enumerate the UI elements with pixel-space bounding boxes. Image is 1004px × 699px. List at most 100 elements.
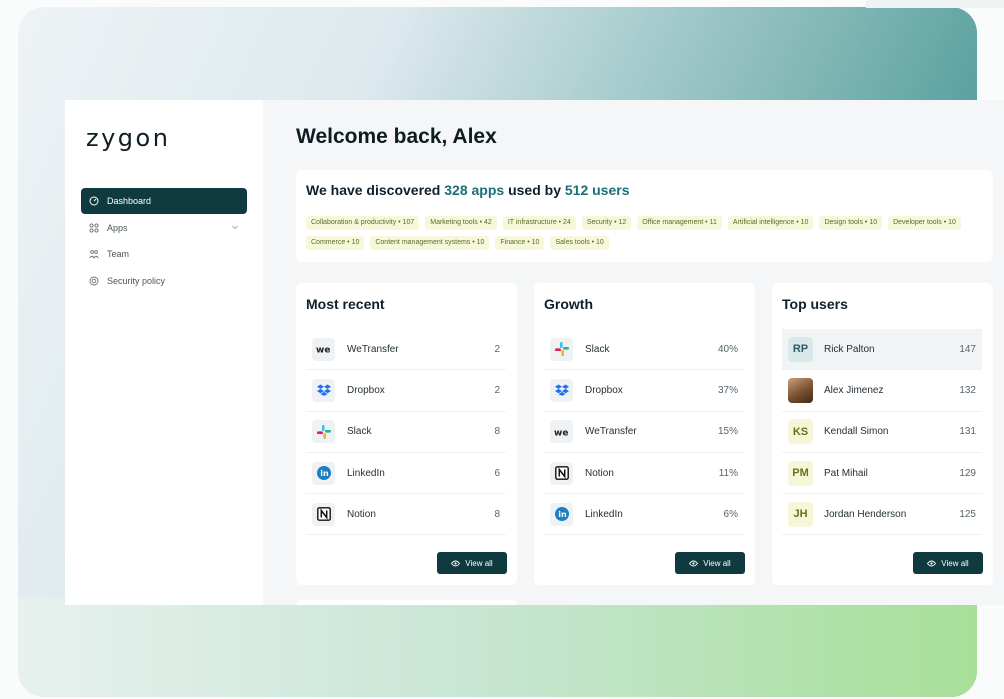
eye-icon <box>451 560 461 566</box>
svg-text:in: in <box>558 511 567 520</box>
top-strip <box>866 0 1004 8</box>
sidebar-item-security-policy[interactable]: Security policy <box>81 268 247 294</box>
sidebar-item-apps[interactable]: Apps <box>81 215 247 241</box>
list-item[interactable]: JH Jordan Henderson 125 <box>782 494 982 536</box>
app-name: LinkedIn <box>585 508 623 520</box>
user-name: Alex Jimenez <box>824 384 884 396</box>
category-tag[interactable]: Sales tools • 10 <box>550 236 609 250</box>
view-all-label: View all <box>703 558 731 568</box>
discovery-panel: We have discovered 328 apps used by 512 … <box>296 170 993 262</box>
apps-count[interactable]: 328 apps <box>444 182 504 198</box>
sidebar-item-team[interactable]: Team <box>81 241 247 267</box>
list-item[interactable]: Slack 8 <box>306 412 506 453</box>
category-tag[interactable]: Marketing tools • 42 <box>425 216 497 230</box>
category-tag[interactable]: Commerce • 10 <box>306 236 365 250</box>
category-tag[interactable]: IT infrastructure • 24 <box>502 216 576 230</box>
growth-value: 40% <box>717 343 738 355</box>
notion-icon <box>312 502 335 526</box>
logo: zygon <box>86 124 171 152</box>
sidebar-item-dashboard[interactable]: Dashboard <box>81 188 247 214</box>
avatar: RP <box>788 336 813 362</box>
wetransfer-icon: we <box>312 337 335 361</box>
list-item[interactable]: Alex Jimenez 132 <box>782 370 982 412</box>
growth-value: 11% <box>718 467 738 479</box>
list-item[interactable]: KS Kendall Simon 131 <box>782 412 982 453</box>
list-item[interactable]: in LinkedIn 6% <box>544 494 744 536</box>
app-name: Notion <box>585 467 614 479</box>
category-tag[interactable]: Content management systems • 10 <box>370 236 490 250</box>
user-count: 125 <box>959 508 976 520</box>
card-title: Most recent <box>306 296 385 312</box>
dropbox-icon <box>312 378 335 402</box>
sidebar-item-label: Apps <box>107 222 128 233</box>
view-all-label: View all <box>941 558 969 568</box>
sidebar: zygon Dashboard Apps Team Security polic… <box>65 100 263 605</box>
slack-icon <box>312 420 335 444</box>
chevron-down-icon[interactable] <box>231 223 239 231</box>
app-list: Slack 40% Dropbox 37% we WeTransfer 15% … <box>544 329 744 536</box>
app-name: LinkedIn <box>347 467 385 479</box>
dropbox-icon <box>550 378 573 402</box>
card-title: Growth <box>544 296 593 312</box>
category-tag[interactable]: Developer tools • 10 <box>888 216 961 230</box>
sidebar-item-label: Team <box>107 249 130 259</box>
avatar: KS <box>788 419 813 445</box>
view-all-label: View all <box>465 558 493 568</box>
user-count: 129 <box>959 467 976 479</box>
list-item[interactable]: RP Rick Palton 147 <box>782 329 982 371</box>
list-item[interactable]: Dropbox 2 <box>306 370 506 412</box>
app-list: we WeTransfer 2 Dropbox 2 Slack 8 in Lin… <box>306 329 506 536</box>
list-item[interactable]: Dropbox 37% <box>544 370 744 412</box>
list-item[interactable]: in LinkedIn 6 <box>306 453 506 495</box>
dashboard-icon <box>89 196 99 206</box>
list-item[interactable]: Slack 40% <box>544 329 744 371</box>
users-count[interactable]: 512 users <box>565 182 630 198</box>
list-item[interactable]: we WeTransfer 2 <box>306 329 506 371</box>
category-tag[interactable]: Design tools • 10 <box>819 216 883 230</box>
app-window: zygon Dashboard Apps Team Security polic… <box>65 100 1004 605</box>
view-all-button[interactable]: View all <box>437 552 507 574</box>
app-count: 8 <box>494 426 500 438</box>
list-item[interactable]: we WeTransfer 15% <box>544 412 744 453</box>
app-name: WeTransfer <box>347 343 399 355</box>
wetransfer-icon: we <box>550 420 573 444</box>
growth-card: Growth Slack 40% Dropbox 37% we WeTransf… <box>534 283 755 585</box>
eye-icon <box>927 560 937 566</box>
category-tag[interactable]: Artificial intelligence • 10 <box>727 216 814 230</box>
team-icon <box>89 249 99 259</box>
growth-value: 6% <box>723 508 738 520</box>
discovery-prefix: We have discovered <box>306 182 445 198</box>
view-all-button[interactable]: View all <box>675 552 745 574</box>
avatar: JH <box>788 501 813 527</box>
discovery-middle: used by <box>504 182 565 198</box>
linkedin-icon: in <box>312 461 335 485</box>
app-count: 2 <box>494 343 500 355</box>
app-name: Slack <box>585 343 610 355</box>
view-all-button[interactable]: View all <box>913 552 983 574</box>
user-count: 132 <box>959 384 976 396</box>
list-item[interactable]: Notion 8 <box>306 494 506 536</box>
linkedin-icon: in <box>550 502 573 526</box>
category-tag[interactable]: Finance • 10 <box>495 236 545 250</box>
next-card-peek <box>296 600 517 605</box>
security-icon <box>89 276 99 286</box>
notion-icon <box>550 461 573 485</box>
slack-icon <box>550 337 573 361</box>
app-name: WeTransfer <box>585 426 637 438</box>
user-name: Jordan Henderson <box>824 508 907 520</box>
growth-value: 15% <box>717 426 738 438</box>
list-item[interactable]: Notion 11% <box>544 453 744 495</box>
svg-text:we: we <box>554 428 568 437</box>
most-recent-card: Most recent we WeTransfer 2 Dropbox 2 Sl… <box>296 283 517 585</box>
app-name: Slack <box>347 426 372 438</box>
apps-icon <box>89 222 99 233</box>
category-tag[interactable]: Office management • 11 <box>637 216 722 230</box>
list-item[interactable]: PM Pat Mihail 129 <box>782 453 982 495</box>
category-tag[interactable]: Security • 12 <box>581 216 632 230</box>
user-name: Rick Palton <box>824 343 875 355</box>
user-count: 131 <box>959 426 976 438</box>
user-name: Kendall Simon <box>824 426 889 438</box>
category-tag[interactable]: Collaboration & productivity • 107 <box>306 216 420 230</box>
user-list: RP Rick Palton 147 Alex Jimenez 132 KS K… <box>782 329 982 536</box>
eye-icon <box>689 560 699 566</box>
